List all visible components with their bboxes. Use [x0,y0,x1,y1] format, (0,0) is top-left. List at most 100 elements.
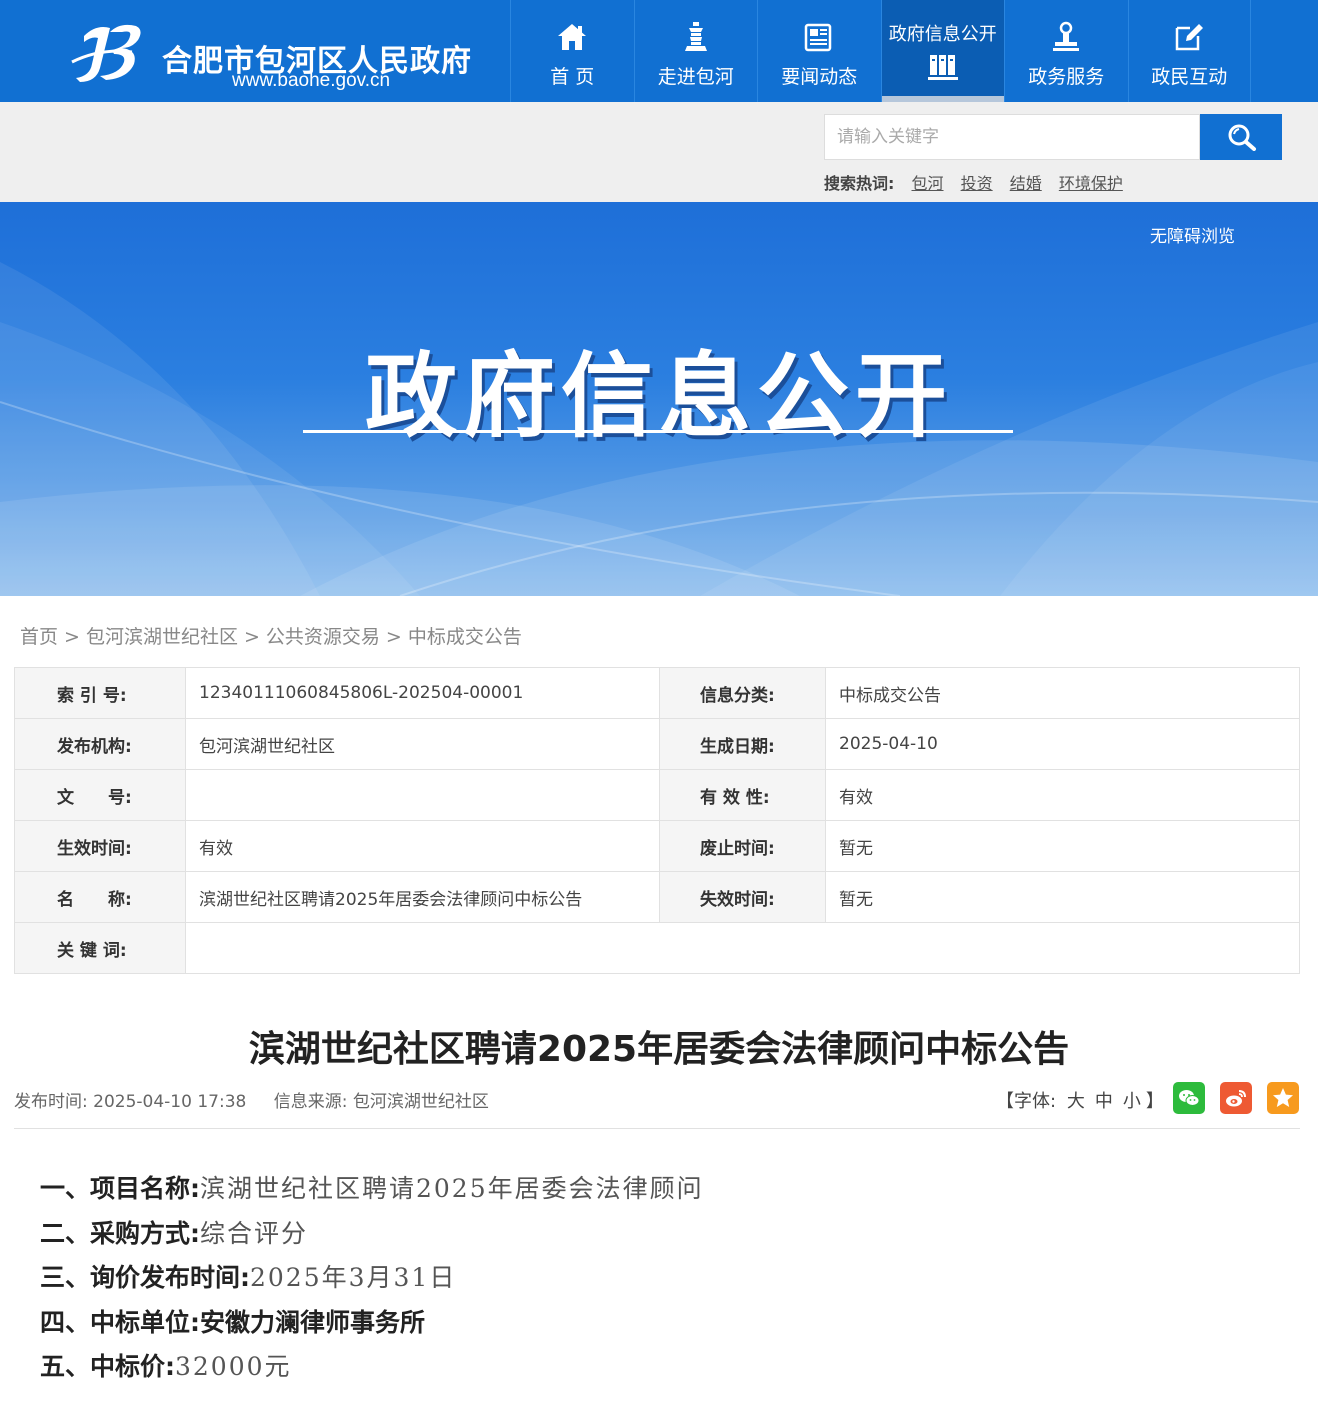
books-icon [927,55,958,80]
nav-item-info-disclosure[interactable]: 政府信息公开 [880,0,1004,102]
table-row: 名 称: 滨湖世纪社区聘请2025年居委会法律顾问中标公告 失效时间: 暂无 [14,871,1300,923]
hot-words-label: 搜索热词: [824,174,895,193]
line-value: 2025年3月31日 [250,1263,457,1293]
document-info-table: 索 引 号: 12340111060845806L-202504-00001 信… [14,667,1300,974]
doc-name-value: 滨湖世纪社区聘请2025年居委会法律顾问中标公告 [185,871,660,923]
nav-item-news[interactable]: 要闻动态 [757,0,881,102]
hot-word-link[interactable]: 投资 [961,174,993,193]
site-logo[interactable]: 合肥市包河区人民政府 www.baohe.gov.cn [70,16,510,92]
breadcrumb-separator: > [64,626,80,648]
hot-word-link[interactable]: 环境保护 [1059,174,1123,193]
article-line: 三、询价发布时间:2025年3月31日 [40,1259,704,1304]
index-no-value: 12340111060845806L-202504-00001 [185,667,660,719]
line-key: 一、项目名称: [40,1174,200,1203]
banner-title: 政府信息公开 [364,343,953,450]
article-meta: 发布时间: 2025-04-10 17:38 信息来源: 包河滨湖世纪社区 [14,1087,489,1112]
nav-label: 政府信息公开 [888,24,997,45]
repeal-time-value: 暂无 [825,820,1300,872]
share-weibo-button[interactable] [1220,1082,1252,1114]
line-key: 三、询价发布时间: [40,1263,250,1293]
article-line: 二、采购方式:综合评分 [40,1215,704,1260]
share-wechat-button[interactable] [1173,1082,1205,1114]
doc-no-label: 文 号: [14,769,186,821]
nav-item-services[interactable]: 政务服务 [1004,0,1128,102]
stamp-icon [1053,21,1080,51]
nav-label: 政民互动 [1151,66,1228,88]
line-key: 四、中标单位: [40,1307,200,1337]
hot-word-link[interactable]: 包河 [912,174,944,193]
page-banner: 无障碍浏览 政府信息公开 [0,202,1318,596]
search-area: 搜索热词: 包河 投资 结婚 环境保护 [0,102,1318,202]
nav-item-home[interactable]: 首 页 [510,0,634,102]
home-icon [558,24,587,50]
nav-label: 要闻动态 [781,66,858,88]
font-size-medium[interactable]: 中 [1095,1091,1113,1112]
line-value: 综合评分 [200,1218,309,1248]
banner-underline [303,430,1013,433]
table-row: 索 引 号: 12340111060845806L-202504-00001 信… [14,667,1300,719]
nav-label: 走进包河 [657,66,734,88]
table-row: 生效时间: 有效 废止时间: 暂无 [14,820,1300,872]
created-date-label: 生成日期: [659,718,826,770]
article-title: 滨湖世纪社区聘请2025年居委会法律顾问中标公告 [248,1029,1070,1070]
font-size-bracket: 】 [1145,1091,1164,1112]
publish-time-value: 2025-04-10 17:38 [93,1092,247,1112]
accessibility-link[interactable]: 无障碍浏览 [1150,222,1235,247]
main-nav: 首 页 走进包河 要闻动态 政府信息公开 政务服务 政民互动 [510,0,1251,102]
site-url: www.baohe.gov.cn [232,70,391,91]
favorite-button[interactable] [1267,1082,1299,1114]
breadcrumb-public-resource[interactable]: 公共资源交易 [266,626,380,648]
breadcrumb-separator: > [243,626,260,648]
star-icon [1273,1088,1293,1107]
line-value: 滨湖世纪社区聘请2025年居委会法律顾问 [200,1174,704,1203]
expire-time-value: 暂无 [825,871,1300,923]
top-header: 合肥市包河区人民政府 www.baohe.gov.cn 首 页 走进包河 要闻动… [0,0,1318,102]
line-value: 32000元 [175,1352,292,1382]
expire-time-label: 失效时间: [659,871,826,923]
keywords-value [185,922,1300,974]
hot-words: 搜索热词: 包河 投资 结婚 环境保护 [824,170,1123,194]
publisher-label: 发布机构: [14,718,186,770]
breadcrumb-home[interactable]: 首页 [20,626,58,648]
created-date-value: 2025-04-10 [825,718,1300,770]
breadcrumb-community[interactable]: 包河滨湖世纪社区 [86,626,238,648]
article-line: 五、中标价:32000元 [40,1348,704,1393]
font-size-small[interactable]: 小 [1123,1091,1141,1112]
breadcrumb-current[interactable]: 中标成交公告 [408,626,522,648]
breadcrumb: 首页 > 包河滨湖世纪社区 > 公共资源交易 > 中标成交公告 [20,622,522,649]
weibo-icon [1226,1090,1246,1107]
article-body: 一、项目名称:滨湖世纪社区聘请2025年居委会法律顾问 二、采购方式:综合评分 … [40,1170,704,1393]
font-size-large[interactable]: 大 [1067,1091,1085,1112]
article-line: 四、中标单位:安徽力澜律师事务所 [40,1304,704,1349]
doc-name-label: 名 称: [14,871,186,923]
index-no-label: 索 引 号: [14,667,186,719]
search-button[interactable] [1200,114,1282,160]
baohe-logo-icon [71,24,141,82]
line-key: 二、采购方式: [40,1218,200,1248]
table-row: 文 号: 有 效 性: 有效 [14,769,1300,821]
validity-value: 有效 [825,769,1300,821]
table-row: 关 键 词: [14,922,1300,974]
font-size-label: 【字体: [996,1091,1057,1112]
keywords-label: 关 键 词: [14,922,186,974]
nav-item-interaction[interactable]: 政民互动 [1127,0,1251,102]
meta-divider [14,1128,1300,1129]
hot-word-link[interactable]: 结婚 [1010,174,1042,193]
line-key: 五、中标价: [40,1352,175,1382]
table-row: 发布机构: 包河滨湖世纪社区 生成日期: 2025-04-10 [14,718,1300,770]
article-line: 一、项目名称:滨湖世纪社区聘请2025年居委会法律顾问 [40,1170,704,1215]
nav-item-about[interactable]: 走进包河 [633,0,758,102]
publish-time-label: 发布时间: [14,1092,88,1112]
category-value: 中标成交公告 [825,667,1300,719]
edit-icon [1176,24,1204,51]
nav-label: 首 页 [550,66,595,88]
nav-label: 政务服务 [1028,66,1105,88]
search-icon [1228,124,1256,151]
search-input[interactable] [824,114,1200,160]
source-label: 信息来源: [273,1092,348,1112]
newspaper-icon [805,23,832,52]
line-value: 安徽力澜律师事务所 [200,1307,426,1337]
category-label: 信息分类: [659,667,826,719]
doc-no-value [185,769,660,821]
breadcrumb-separator: > [385,626,402,648]
